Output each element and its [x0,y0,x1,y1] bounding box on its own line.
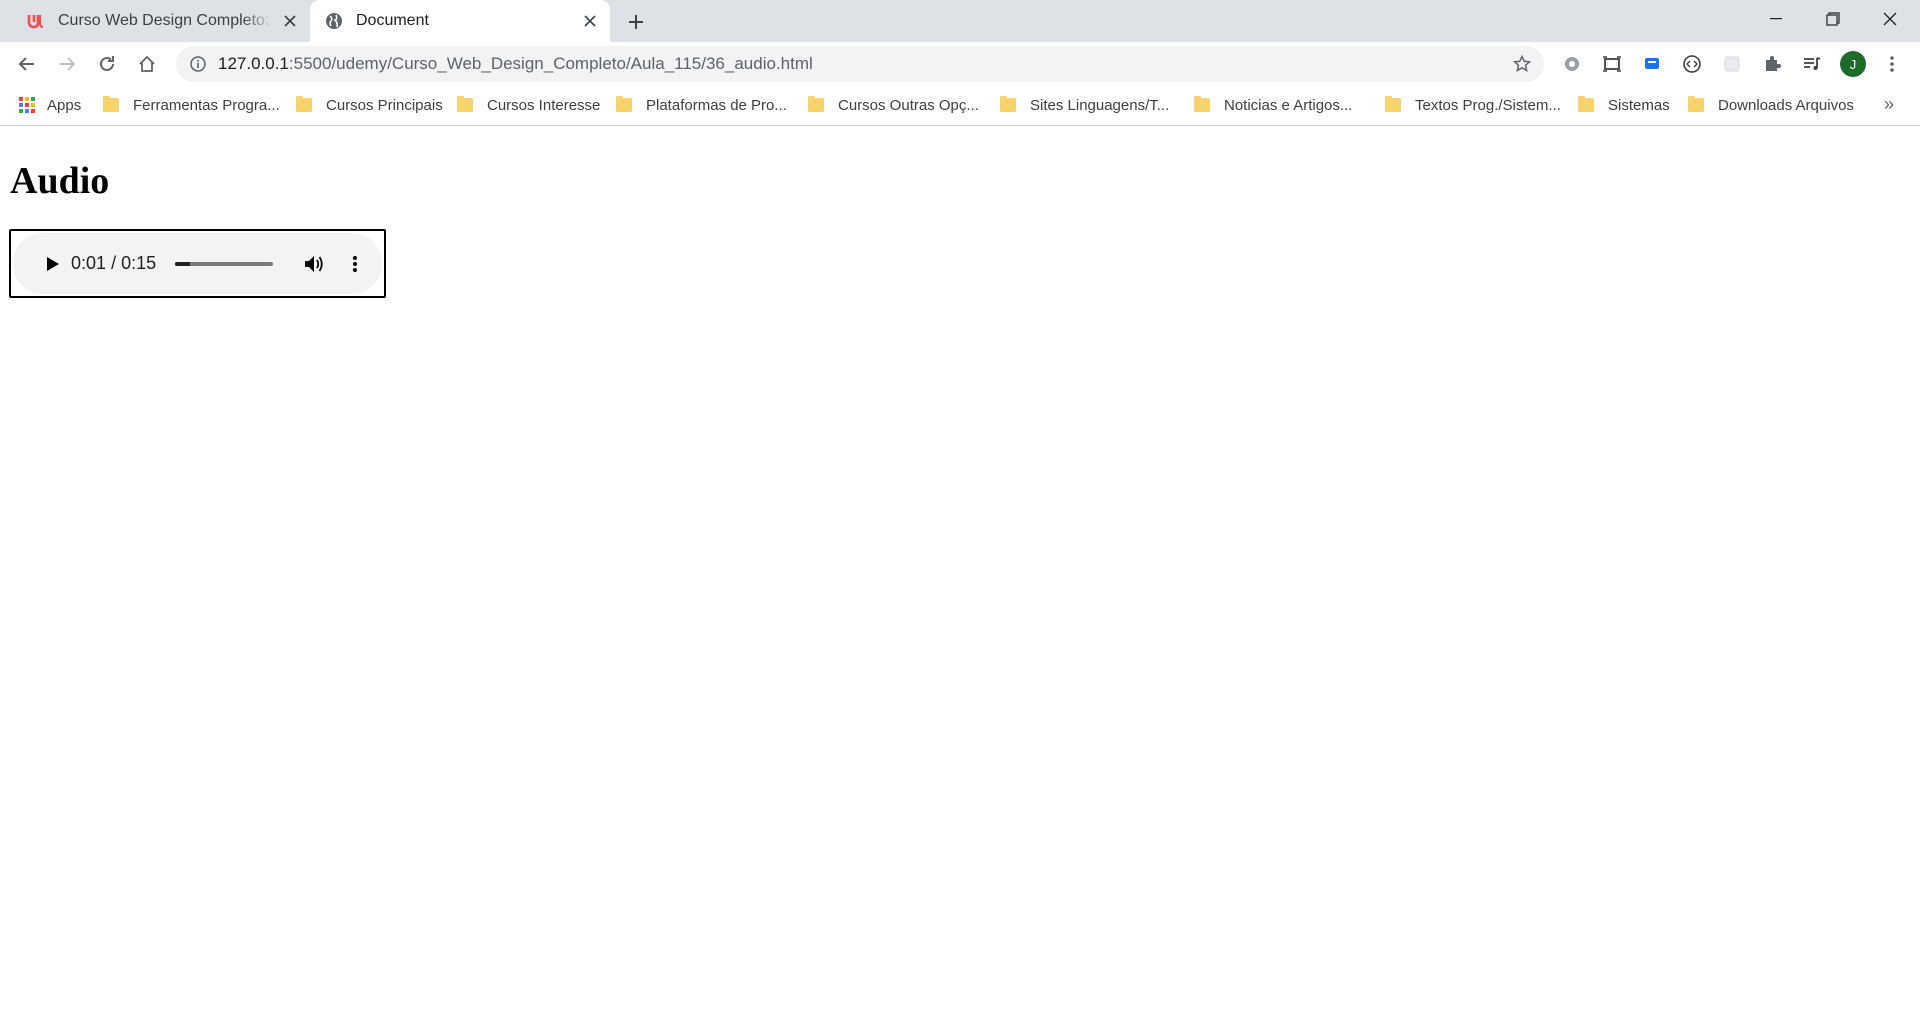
bookmark-folder[interactable]: Ferramentas Progra... [103,86,280,124]
folder-icon [1194,96,1210,112]
udemy-icon [26,11,46,31]
bookmark-label: Textos Prog./Sistem... [1415,96,1561,114]
seek-bar[interactable] [175,262,273,266]
close-window-button[interactable] [1862,0,1918,38]
tab-document[interactable]: Document [310,0,610,42]
current-time: 0:01 [71,253,107,273]
bookmark-label: Sistemas [1608,96,1670,114]
audio-player[interactable]: 0:01 / 0:15 [13,233,382,294]
bookmark-folder[interactable]: Cursos Outras Opç... [808,86,979,124]
folder-icon [808,96,824,112]
audio-player-frame: 0:01 / 0:15 [9,229,386,298]
code-extension-icon[interactable] [1678,50,1706,78]
url-text[interactable]: 127.0.0.1:5500/udemy/Curso_Web_Design_Co… [218,54,813,74]
bookmark-label: Cursos Outras Opç... [838,96,979,114]
bookmark-label: Plataformas de Pro... [646,96,787,114]
audio-time-display: 0:01 / 0:15 [71,253,156,274]
bookmark-folder[interactable]: Downloads Arquivos [1688,86,1854,124]
bookmark-label: Apps [47,96,82,114]
bookmark-folder[interactable]: Plataformas de Pro... [616,86,787,124]
folder-icon [1385,96,1401,112]
tab-udemy-course[interactable]: Curso Web Design Completo: HTML5 [12,0,310,42]
volume-icon[interactable] [302,252,326,276]
profile-avatar[interactable]: J [1840,51,1866,77]
folder-icon [457,96,473,112]
seek-progress [175,262,190,266]
folder-icon [616,96,632,112]
site-info-icon[interactable] [188,54,208,74]
apps-grid-icon [19,97,35,113]
new-tab-button[interactable] [622,8,650,36]
play-icon[interactable] [41,252,65,276]
tab-title: Curso Web Design Completo: HTML5 [58,12,274,29]
folder-icon [296,96,312,112]
extension-gear-icon[interactable] [1558,50,1586,78]
browser-toolbar: 127.0.0.1:5500/udemy/Curso_Web_Design_Co… [0,42,1920,86]
bookmark-folder[interactable]: Sistemas [1578,86,1670,124]
tab-title: Document [356,12,429,29]
bookmark-apps[interactable]: Apps [19,86,81,124]
puzzle-extensions-icon[interactable] [1758,50,1786,78]
page-heading: Audio [10,160,110,202]
bookmark-label: Cursos Interesse [487,96,601,114]
duration: 0:15 [121,253,157,273]
bookmark-folder[interactable]: Sites Linguagens/T... [1000,86,1169,124]
close-tab-icon[interactable] [280,11,300,31]
bookmarks-bar: Apps Ferramentas Progra... Cursos Princi… [0,86,1920,126]
forward-button[interactable] [51,48,83,80]
folder-icon [1000,96,1016,112]
bookmark-star-icon[interactable] [1510,52,1534,76]
more-options-icon[interactable] [343,252,367,276]
page-content: Audio 0:01 / 0:15 [0,127,1920,1030]
bookmark-label: Noticias e Artigos... [1224,96,1353,114]
folder-icon [1578,96,1594,112]
minimize-button[interactable] [1748,0,1804,38]
home-button[interactable] [131,48,163,80]
bookmark-label: Ferramentas Progra... [133,96,280,114]
bookmark-folder[interactable]: Textos Prog./Sistem... [1385,86,1561,124]
bookmark-folder[interactable]: Cursos Interesse [457,86,600,124]
media-control-icon[interactable] [1798,50,1826,78]
folder-icon [1688,96,1704,112]
restore-button[interactable] [1805,0,1861,38]
url-path: :5500/udemy/Curso_Web_Design_Completo/Au… [288,54,813,73]
folder-icon [103,96,119,112]
browser-menu-icon[interactable] [1878,50,1906,78]
blank-extension-icon[interactable] [1718,50,1746,78]
bookmark-label: Downloads Arquivos [1718,96,1854,114]
reload-button[interactable] [91,48,123,80]
bookmark-label: Sites Linguagens/T... [1030,96,1170,114]
globe-icon [324,11,344,31]
bookmark-folder[interactable]: Noticias e Artigos... [1194,86,1352,124]
bookmarks-overflow-chevron[interactable]: » [1884,94,1894,115]
time-separator: / [111,253,117,273]
translate-extension-icon[interactable] [1638,50,1666,78]
tab-strip: Curso Web Design Completo: HTML5 Documen… [0,0,1920,42]
screenshot-extension-icon[interactable] [1598,50,1626,78]
bookmark-folder[interactable]: Cursos Principais [296,86,443,124]
close-tab-icon[interactable] [580,11,600,31]
url-host: 127.0.0.1 [218,54,289,73]
address-bar[interactable]: 127.0.0.1:5500/udemy/Curso_Web_Design_Co… [176,46,1544,82]
back-button[interactable] [11,48,43,80]
bookmark-label: Cursos Principais [326,96,443,114]
